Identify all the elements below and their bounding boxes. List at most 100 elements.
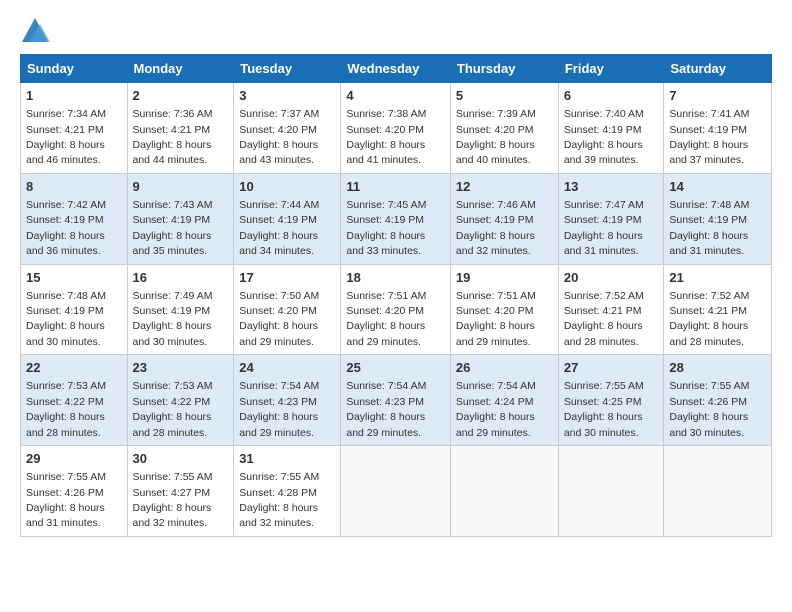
day-number: 16 xyxy=(133,269,229,287)
day-info: Sunrise: 7:37 AMSunset: 4:20 PMDaylight:… xyxy=(239,108,319,166)
calendar-day-cell: 16 Sunrise: 7:49 AMSunset: 4:19 PMDaylig… xyxy=(127,264,234,355)
day-info: Sunrise: 7:53 AMSunset: 4:22 PMDaylight:… xyxy=(133,380,213,438)
calendar-day-cell: 24 Sunrise: 7:54 AMSunset: 4:23 PMDaylig… xyxy=(234,355,341,446)
calendar-day-cell: 19 Sunrise: 7:51 AMSunset: 4:20 PMDaylig… xyxy=(450,264,558,355)
day-number: 29 xyxy=(26,450,122,468)
day-info: Sunrise: 7:54 AMSunset: 4:23 PMDaylight:… xyxy=(346,380,426,438)
day-info: Sunrise: 7:55 AMSunset: 4:25 PMDaylight:… xyxy=(564,380,644,438)
day-info: Sunrise: 7:52 AMSunset: 4:21 PMDaylight:… xyxy=(669,290,749,348)
day-number: 23 xyxy=(133,359,229,377)
page-header xyxy=(20,16,772,44)
day-info: Sunrise: 7:42 AMSunset: 4:19 PMDaylight:… xyxy=(26,199,106,257)
day-number: 2 xyxy=(133,87,229,105)
calendar-day-cell: 13 Sunrise: 7:47 AMSunset: 4:19 PMDaylig… xyxy=(558,173,664,264)
day-info: Sunrise: 7:45 AMSunset: 4:19 PMDaylight:… xyxy=(346,199,426,257)
day-number: 11 xyxy=(346,178,445,196)
calendar-day-cell: 9 Sunrise: 7:43 AMSunset: 4:19 PMDayligh… xyxy=(127,173,234,264)
day-number: 3 xyxy=(239,87,335,105)
calendar-day-cell: 14 Sunrise: 7:48 AMSunset: 4:19 PMDaylig… xyxy=(664,173,772,264)
calendar-day-cell xyxy=(341,446,451,537)
day-number: 19 xyxy=(456,269,553,287)
day-info: Sunrise: 7:49 AMSunset: 4:19 PMDaylight:… xyxy=(133,290,213,348)
day-number: 6 xyxy=(564,87,659,105)
calendar-day-cell: 29 Sunrise: 7:55 AMSunset: 4:26 PMDaylig… xyxy=(21,446,128,537)
day-info: Sunrise: 7:51 AMSunset: 4:20 PMDaylight:… xyxy=(456,290,536,348)
day-info: Sunrise: 7:47 AMSunset: 4:19 PMDaylight:… xyxy=(564,199,644,257)
calendar-day-cell: 25 Sunrise: 7:54 AMSunset: 4:23 PMDaylig… xyxy=(341,355,451,446)
day-number: 21 xyxy=(669,269,766,287)
calendar-day-header: Sunday xyxy=(21,55,128,83)
calendar-day-cell: 4 Sunrise: 7:38 AMSunset: 4:20 PMDayligh… xyxy=(341,83,451,174)
day-number: 1 xyxy=(26,87,122,105)
calendar-day-cell: 6 Sunrise: 7:40 AMSunset: 4:19 PMDayligh… xyxy=(558,83,664,174)
calendar-day-cell: 5 Sunrise: 7:39 AMSunset: 4:20 PMDayligh… xyxy=(450,83,558,174)
calendar-day-cell: 2 Sunrise: 7:36 AMSunset: 4:21 PMDayligh… xyxy=(127,83,234,174)
calendar-day-cell: 31 Sunrise: 7:55 AMSunset: 4:28 PMDaylig… xyxy=(234,446,341,537)
day-number: 10 xyxy=(239,178,335,196)
calendar-day-cell: 10 Sunrise: 7:44 AMSunset: 4:19 PMDaylig… xyxy=(234,173,341,264)
day-info: Sunrise: 7:51 AMSunset: 4:20 PMDaylight:… xyxy=(346,290,426,348)
day-info: Sunrise: 7:54 AMSunset: 4:23 PMDaylight:… xyxy=(239,380,319,438)
day-info: Sunrise: 7:44 AMSunset: 4:19 PMDaylight:… xyxy=(239,199,319,257)
calendar-week-row: 29 Sunrise: 7:55 AMSunset: 4:26 PMDaylig… xyxy=(21,446,772,537)
day-info: Sunrise: 7:55 AMSunset: 4:27 PMDaylight:… xyxy=(133,471,213,529)
day-info: Sunrise: 7:48 AMSunset: 4:19 PMDaylight:… xyxy=(26,290,106,348)
day-number: 31 xyxy=(239,450,335,468)
day-info: Sunrise: 7:46 AMSunset: 4:19 PMDaylight:… xyxy=(456,199,536,257)
calendar-day-header: Thursday xyxy=(450,55,558,83)
calendar-day-cell: 26 Sunrise: 7:54 AMSunset: 4:24 PMDaylig… xyxy=(450,355,558,446)
calendar-day-header: Monday xyxy=(127,55,234,83)
calendar-week-row: 22 Sunrise: 7:53 AMSunset: 4:22 PMDaylig… xyxy=(21,355,772,446)
day-info: Sunrise: 7:43 AMSunset: 4:19 PMDaylight:… xyxy=(133,199,213,257)
day-info: Sunrise: 7:55 AMSunset: 4:28 PMDaylight:… xyxy=(239,471,319,529)
calendar-day-cell: 22 Sunrise: 7:53 AMSunset: 4:22 PMDaylig… xyxy=(21,355,128,446)
day-number: 30 xyxy=(133,450,229,468)
day-info: Sunrise: 7:50 AMSunset: 4:20 PMDaylight:… xyxy=(239,290,319,348)
day-number: 18 xyxy=(346,269,445,287)
day-info: Sunrise: 7:41 AMSunset: 4:19 PMDaylight:… xyxy=(669,108,749,166)
day-number: 25 xyxy=(346,359,445,377)
calendar-day-cell: 1 Sunrise: 7:34 AMSunset: 4:21 PMDayligh… xyxy=(21,83,128,174)
logo-icon xyxy=(20,16,50,44)
calendar-day-cell: 15 Sunrise: 7:48 AMSunset: 4:19 PMDaylig… xyxy=(21,264,128,355)
day-number: 22 xyxy=(26,359,122,377)
day-number: 15 xyxy=(26,269,122,287)
day-info: Sunrise: 7:48 AMSunset: 4:19 PMDaylight:… xyxy=(669,199,749,257)
calendar-day-header: Friday xyxy=(558,55,664,83)
calendar-day-cell: 28 Sunrise: 7:55 AMSunset: 4:26 PMDaylig… xyxy=(664,355,772,446)
calendar-day-cell: 8 Sunrise: 7:42 AMSunset: 4:19 PMDayligh… xyxy=(21,173,128,264)
day-info: Sunrise: 7:39 AMSunset: 4:20 PMDaylight:… xyxy=(456,108,536,166)
calendar-day-cell: 30 Sunrise: 7:55 AMSunset: 4:27 PMDaylig… xyxy=(127,446,234,537)
calendar-day-header: Wednesday xyxy=(341,55,451,83)
calendar-header-row: SundayMondayTuesdayWednesdayThursdayFrid… xyxy=(21,55,772,83)
day-info: Sunrise: 7:53 AMSunset: 4:22 PMDaylight:… xyxy=(26,380,106,438)
calendar-week-row: 1 Sunrise: 7:34 AMSunset: 4:21 PMDayligh… xyxy=(21,83,772,174)
day-info: Sunrise: 7:40 AMSunset: 4:19 PMDaylight:… xyxy=(564,108,644,166)
day-number: 5 xyxy=(456,87,553,105)
calendar-day-cell: 12 Sunrise: 7:46 AMSunset: 4:19 PMDaylig… xyxy=(450,173,558,264)
calendar-day-cell xyxy=(558,446,664,537)
logo xyxy=(20,16,52,44)
day-number: 26 xyxy=(456,359,553,377)
day-number: 14 xyxy=(669,178,766,196)
calendar-day-cell: 27 Sunrise: 7:55 AMSunset: 4:25 PMDaylig… xyxy=(558,355,664,446)
day-info: Sunrise: 7:55 AMSunset: 4:26 PMDaylight:… xyxy=(669,380,749,438)
day-number: 4 xyxy=(346,87,445,105)
day-info: Sunrise: 7:52 AMSunset: 4:21 PMDaylight:… xyxy=(564,290,644,348)
calendar-day-header: Tuesday xyxy=(234,55,341,83)
day-number: 27 xyxy=(564,359,659,377)
calendar-day-header: Saturday xyxy=(664,55,772,83)
calendar-day-cell xyxy=(664,446,772,537)
calendar-day-cell: 17 Sunrise: 7:50 AMSunset: 4:20 PMDaylig… xyxy=(234,264,341,355)
calendar-day-cell: 11 Sunrise: 7:45 AMSunset: 4:19 PMDaylig… xyxy=(341,173,451,264)
calendar-day-cell: 23 Sunrise: 7:53 AMSunset: 4:22 PMDaylig… xyxy=(127,355,234,446)
day-info: Sunrise: 7:54 AMSunset: 4:24 PMDaylight:… xyxy=(456,380,536,438)
calendar-week-row: 15 Sunrise: 7:48 AMSunset: 4:19 PMDaylig… xyxy=(21,264,772,355)
calendar-table: SundayMondayTuesdayWednesdayThursdayFrid… xyxy=(20,54,772,537)
day-info: Sunrise: 7:38 AMSunset: 4:20 PMDaylight:… xyxy=(346,108,426,166)
day-number: 28 xyxy=(669,359,766,377)
day-number: 13 xyxy=(564,178,659,196)
calendar-day-cell xyxy=(450,446,558,537)
day-number: 17 xyxy=(239,269,335,287)
day-info: Sunrise: 7:34 AMSunset: 4:21 PMDaylight:… xyxy=(26,108,106,166)
